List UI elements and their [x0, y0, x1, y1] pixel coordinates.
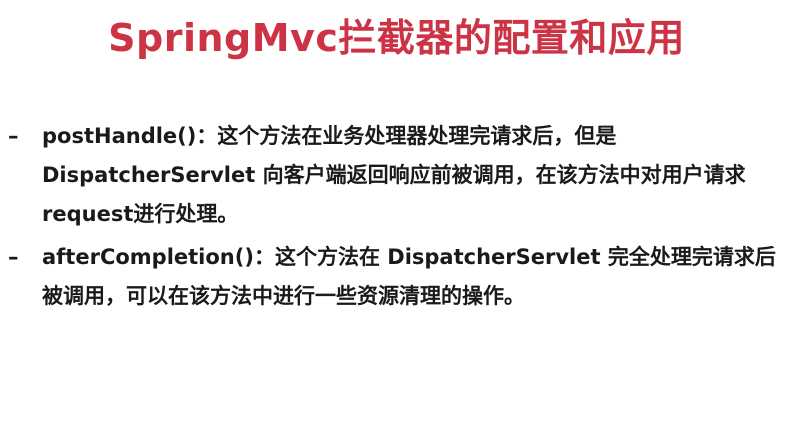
bullet-dash-marker: –: [8, 124, 19, 148]
bullet-item-aftercompletion: – afterCompletion()：这个方法在 DispatcherServ…: [8, 238, 778, 316]
slide: SpringMvc拦截器的配置和应用 – postHandle()：这个方法在业…: [0, 0, 793, 426]
bullet-item-posthandle: – postHandle()：这个方法在业务处理器处理完请求后，但是 Dispa…: [8, 117, 778, 234]
bullet-list: – postHandle()：这个方法在业务处理器处理完请求后，但是 Dispa…: [8, 117, 778, 320]
slide-title: SpringMvc拦截器的配置和应用: [108, 16, 685, 60]
bullet-text-aftercompletion: afterCompletion()：这个方法在 DispatcherServle…: [42, 245, 776, 308]
bullet-text-posthandle: postHandle()：这个方法在业务处理器处理完请求后，但是 Dispatc…: [42, 124, 746, 226]
bullet-dash-marker: –: [8, 245, 19, 269]
